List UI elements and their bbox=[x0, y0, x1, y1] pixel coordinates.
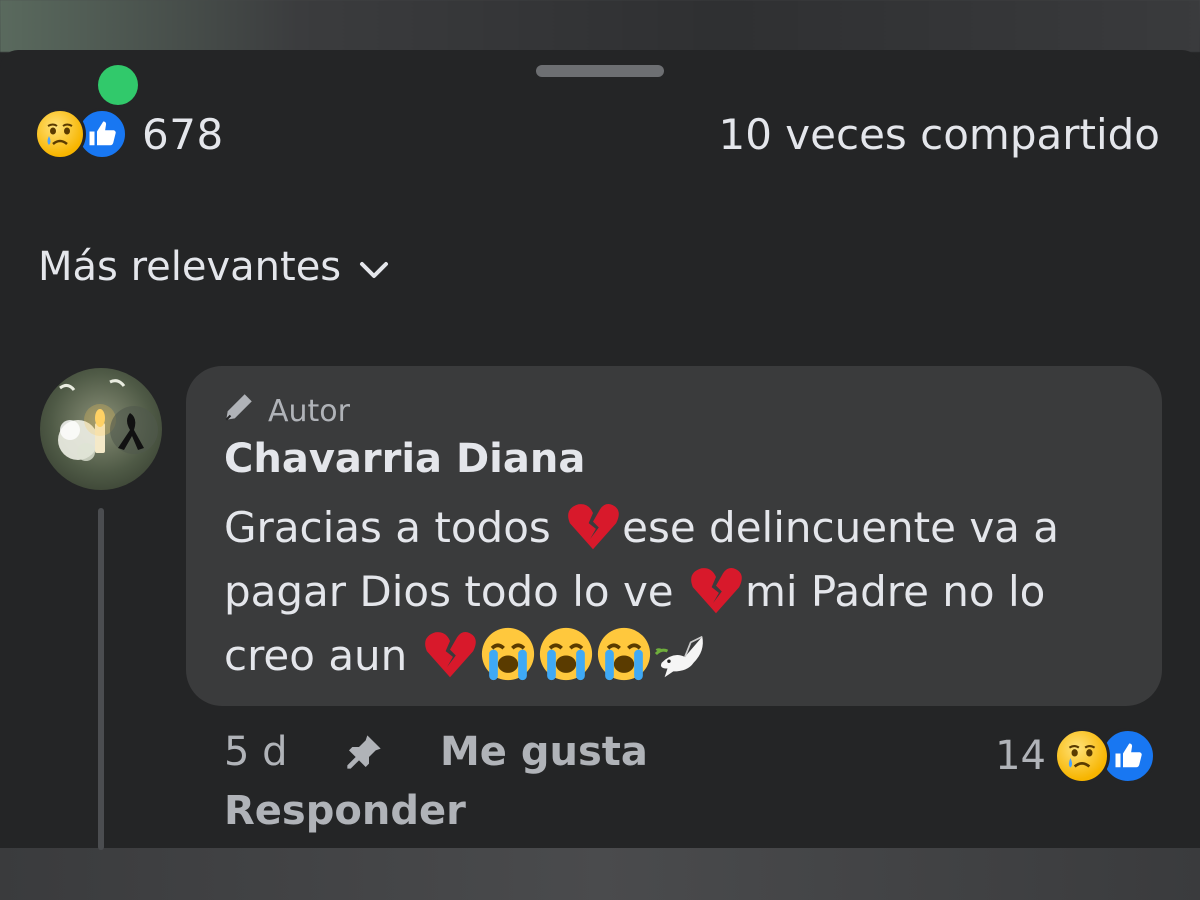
active-status-dot bbox=[98, 65, 138, 105]
dove-icon bbox=[654, 635, 703, 677]
broken-heart-icon bbox=[424, 631, 476, 677]
pin-icon bbox=[344, 732, 440, 772]
comment-reactions[interactable]: 14 bbox=[995, 728, 1156, 784]
post-reactions[interactable]: 678 bbox=[34, 108, 224, 160]
comment-author[interactable]: Chavarria Diana bbox=[224, 436, 585, 482]
loudly-crying-face-icon bbox=[597, 627, 650, 680]
avatar[interactable] bbox=[40, 368, 162, 490]
drag-handle[interactable] bbox=[536, 65, 664, 77]
background-strip-bottom bbox=[0, 848, 1200, 900]
loudly-crying-face-icon bbox=[481, 627, 534, 680]
like-button[interactable]: Me gusta bbox=[440, 729, 648, 775]
reply-button[interactable]: Responder bbox=[224, 788, 466, 834]
badge-label: Autor bbox=[268, 393, 350, 429]
pencil-icon bbox=[222, 390, 256, 432]
chevron-down-icon bbox=[359, 244, 389, 290]
comment-text: Gracias a todos ese delincuente va a pag… bbox=[224, 496, 1144, 688]
sort-dropdown[interactable]: Más relevantes bbox=[38, 244, 389, 290]
thread-line bbox=[98, 508, 104, 850]
author-badge: Autor bbox=[222, 390, 350, 432]
screen: 678 10 veces compartido Más relevantes A… bbox=[0, 0, 1200, 900]
comment-time[interactable]: 5 d bbox=[224, 729, 344, 775]
loudly-crying-face-icon bbox=[539, 627, 592, 680]
sad-reaction-icon bbox=[1054, 728, 1110, 784]
shares-count[interactable]: 10 veces compartido bbox=[718, 110, 1160, 159]
broken-heart-icon bbox=[691, 567, 742, 613]
sort-label: Más relevantes bbox=[38, 244, 342, 290]
comment-actions: 5 d Me gusta bbox=[224, 722, 648, 782]
sad-reaction-icon bbox=[34, 108, 86, 160]
background-strip-top bbox=[0, 0, 1200, 52]
reaction-count: 678 bbox=[142, 109, 224, 159]
comment-text-part: Gracias a todos bbox=[224, 503, 565, 552]
comment-reaction-count: 14 bbox=[995, 733, 1046, 779]
broken-heart-icon bbox=[568, 503, 619, 549]
